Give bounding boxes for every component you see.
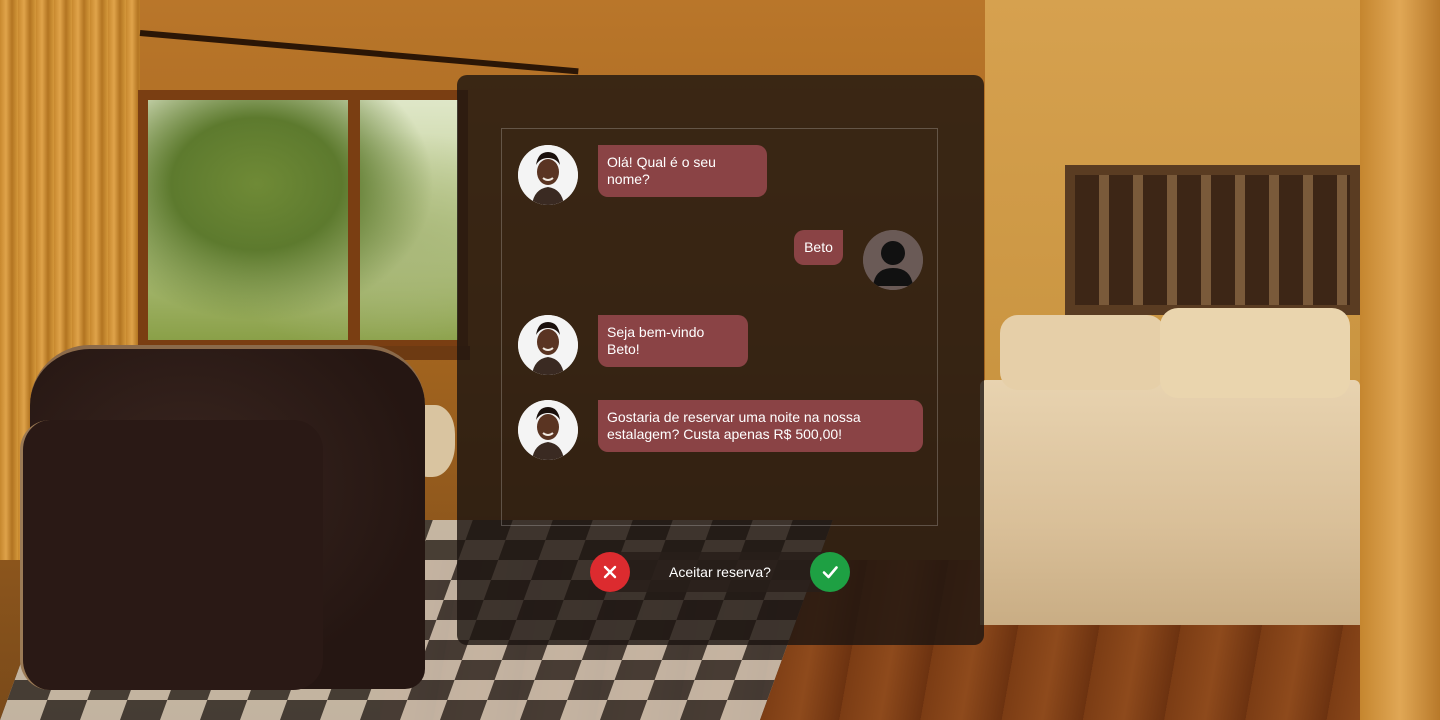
- wooden-post: [1360, 0, 1440, 720]
- pillow-image: [1160, 308, 1350, 398]
- bot-avatar: [518, 315, 578, 375]
- chat-log[interactable]: Olá! Qual é o seu nome? Beto Seja bem-vi…: [501, 128, 938, 526]
- close-icon: [603, 565, 617, 579]
- accept-button[interactable]: [810, 552, 850, 592]
- reservation-action-bar: Aceitar reserva?: [590, 552, 850, 592]
- bot-avatar: [518, 145, 578, 205]
- woman-avatar-icon: [518, 145, 578, 205]
- curtain-rod: [139, 30, 579, 75]
- check-icon: [822, 566, 838, 579]
- reservation-prompt: Aceitar reserva?: [669, 564, 771, 580]
- armchair-seat-image: [20, 420, 323, 690]
- woman-avatar-icon: [518, 400, 578, 460]
- message-bubble: Seja bem-vindo Beto!: [598, 315, 748, 367]
- chat-message-bot: Olá! Qual é o seu nome?: [518, 145, 767, 205]
- message-bubble: Olá! Qual é o seu nome?: [598, 145, 767, 197]
- user-avatar: [863, 230, 923, 290]
- chat-message-bot: Gostaria de reservar uma noite na nossa …: [518, 400, 923, 460]
- bed-image: [980, 380, 1360, 625]
- chat-message-bot: Seja bem-vindo Beto!: [518, 315, 748, 375]
- decline-button[interactable]: [590, 552, 630, 592]
- inn-background-scene: Olá! Qual é o seu nome? Beto Seja bem-vi…: [0, 0, 1440, 720]
- window-image: [138, 90, 468, 350]
- pillow-image: [1000, 315, 1165, 390]
- chat-panel: Olá! Qual é o seu nome? Beto Seja bem-vi…: [457, 75, 984, 645]
- message-bubble: Gostaria de reservar uma noite na nossa …: [598, 400, 923, 452]
- chat-message-user: Beto: [794, 230, 923, 290]
- woman-avatar-icon: [518, 315, 578, 375]
- window-mullion: [348, 92, 360, 350]
- message-bubble: Beto: [794, 230, 843, 265]
- bed-headboard: [1065, 165, 1360, 315]
- user-silhouette-icon: [863, 230, 923, 290]
- bot-avatar: [518, 400, 578, 460]
